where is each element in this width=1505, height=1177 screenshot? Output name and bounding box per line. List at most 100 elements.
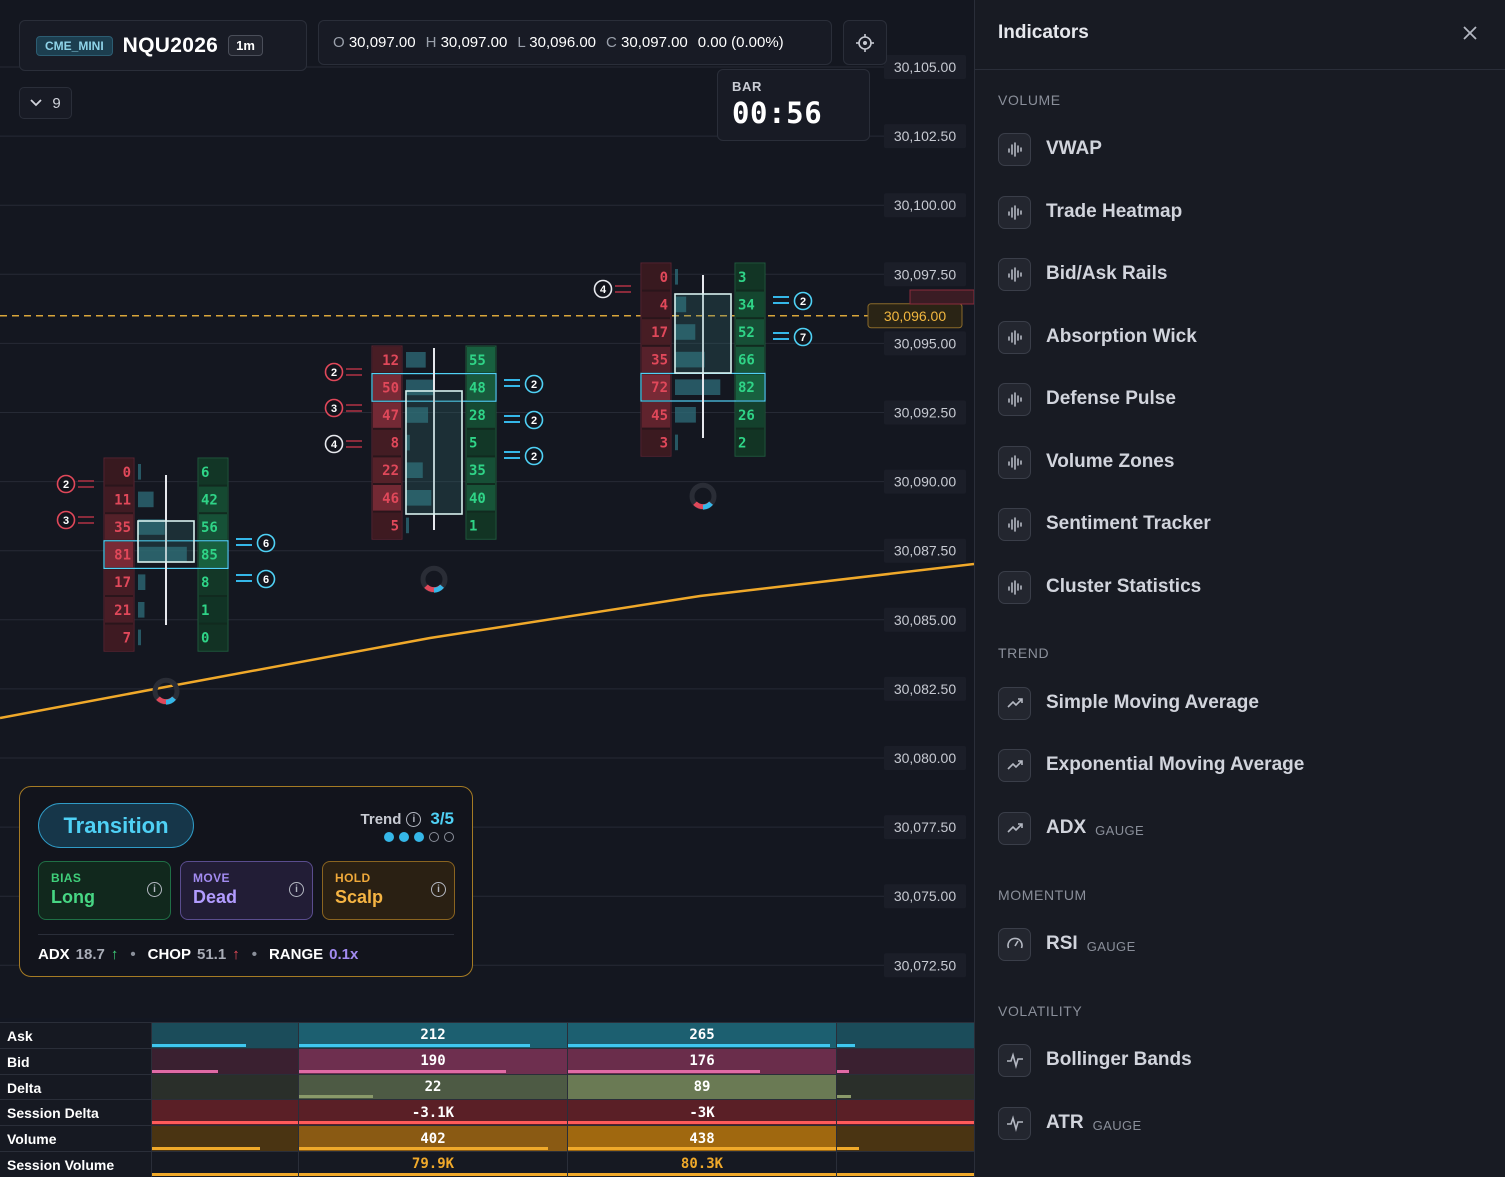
stats-row: Session Volume 79.9K 80.3K (0, 1151, 975, 1177)
indicator-tag: GAUGE (1086, 939, 1136, 954)
candle-body (405, 390, 463, 515)
bid-volume: 35 (114, 520, 131, 536)
indicator-item-sentiment-tracker[interactable]: Sentiment Tracker (998, 504, 1488, 544)
close-icon[interactable] (1461, 24, 1479, 42)
indicator-item-absorption-wick[interactable]: Absorption Wick (998, 317, 1488, 357)
stats-bar (152, 1146, 260, 1150)
stats-cell (151, 1074, 298, 1100)
stats-cell: 265 (567, 1023, 836, 1048)
indicator-item-trade-heatmap[interactable]: Trade Heatmap (998, 192, 1488, 232)
separator-dot: • (251, 946, 257, 963)
trend-dot (444, 832, 454, 842)
indicator-tag: GAUGE (1095, 823, 1145, 838)
indicator-item-cluster-statistics[interactable]: Cluster Statistics (998, 567, 1488, 607)
bias-chip[interactable]: BIAS Long i (38, 861, 171, 920)
stats-cell (151, 1152, 299, 1177)
trend-dots (384, 832, 454, 842)
stats-cell: 402 (298, 1126, 567, 1151)
info-icon[interactable]: i (406, 811, 422, 827)
price-tick-label: 30,075.00 (894, 888, 956, 904)
low-value: 30,096.00 (529, 34, 597, 51)
ohlc-readout: O 30,097.00 H 30,097.00 L 30,096.00 C 30… (318, 20, 832, 65)
hold-chip[interactable]: HOLD Scalp i (322, 861, 455, 920)
volume-profile-bar (675, 379, 721, 395)
indicator-item-volume-zones[interactable]: Volume Zones (998, 442, 1488, 482)
price-tick-label: 30,090.00 (894, 474, 956, 490)
volume-profile-bar (138, 491, 154, 508)
indicator-item-exponential-moving-average[interactable]: Exponential Moving Average (998, 745, 1488, 785)
stats-cell (151, 1100, 299, 1126)
indicator-label: ATR (1046, 1112, 1084, 1133)
trend-up-icon (998, 686, 1031, 720)
pulse-icon (998, 1043, 1031, 1077)
stats-value: 80.3K (680, 1156, 724, 1173)
ask-volume: 26 (738, 408, 755, 424)
stats-cell (151, 1048, 298, 1074)
indicator-item-bid-ask-rails[interactable]: Bid/Ask Rails (998, 254, 1488, 294)
close-label: C (606, 34, 617, 51)
app-root: 30,105.00 30,102.50 30,100.00 30,097.50 30,0… (0, 0, 1505, 1177)
footprint-chart[interactable]: 30,105.00 30,102.50 30,100.00 30,097.50 30,0… (0, 0, 974, 1018)
stats-cell: -3K (567, 1100, 837, 1126)
candle-body (674, 293, 732, 374)
bid-volume: 12 (382, 353, 399, 369)
regime-state-pill[interactable]: Transition (38, 803, 194, 848)
indicator-item-adx[interactable]: ADX GAUGE (998, 808, 1488, 848)
info-icon[interactable]: i (289, 882, 304, 897)
symbol-selector[interactable]: CME_MINI NQU2026 1m (19, 20, 307, 71)
bid-volume: 45 (651, 408, 668, 424)
adx-label: ADX (38, 946, 70, 963)
info-icon[interactable]: i (431, 882, 446, 897)
stats-value: -3.1K (411, 1104, 455, 1121)
bid-volume: 7 (123, 630, 131, 646)
hold-value: Scalp (335, 887, 384, 907)
indicator-item-bollinger-bands[interactable]: Bollinger Bands (998, 1040, 1488, 1080)
open-label: O (333, 34, 345, 51)
timeframe-badge[interactable]: 1m (228, 35, 263, 56)
hold-label: HOLD (335, 871, 371, 885)
stats-bar (299, 1146, 548, 1150)
stats-bar (837, 1172, 975, 1176)
stats-value: 176 (689, 1053, 715, 1070)
bias-value: Long (51, 887, 95, 907)
indicator-item-rsi[interactable]: RSI GAUGE (998, 924, 1488, 964)
ask-volume: 66 (738, 353, 755, 369)
stats-bar (568, 1043, 830, 1047)
wave-icon (998, 507, 1031, 541)
crosshair-button[interactable] (843, 20, 887, 65)
bias-label: BIAS (51, 871, 82, 885)
price-tick-label: 30,105.00 (894, 59, 956, 75)
stats-bar (152, 1121, 299, 1125)
info-icon[interactable]: i (147, 882, 162, 897)
current-price-label: 30,096.00 (884, 308, 946, 324)
indicator-item-vwap[interactable]: VWAP (998, 129, 1488, 169)
imbalance-count: 2 (331, 367, 337, 379)
bid-volume: 8 (391, 436, 399, 452)
ask-volume: 8 (201, 575, 209, 591)
price-tick-label: 30,085.00 (894, 612, 956, 628)
indicator-item-atr[interactable]: ATR GAUGE (998, 1103, 1488, 1143)
card-divider (38, 934, 454, 935)
wave-icon (998, 195, 1031, 229)
ask-volume: 35 (469, 463, 486, 479)
footprint-cluster-3: 0 4 17 35 72 45 3 3 34 52 66 82 26 2 4 2 7 (593, 262, 813, 510)
indicators-panel: Indicators VOLUME VWAP Trade Heatmap Bid/As… (974, 0, 1505, 1177)
stats-cell: 22 (298, 1074, 567, 1100)
ask-volume: 3 (738, 270, 746, 286)
volume-profile-bar (138, 574, 146, 590)
indicator-label: ADX (1046, 817, 1087, 838)
indicator-item-defense-pulse[interactable]: Defense Pulse (998, 379, 1488, 419)
stats-cell (836, 1100, 975, 1126)
footprint-cluster-2: 125047822465554828535401234222 (324, 345, 544, 593)
move-chip[interactable]: MOVE Dead i (180, 861, 313, 920)
indicator-collapse-button[interactable]: 9 (19, 87, 72, 119)
wave-icon (998, 382, 1031, 416)
indicator-label: RSI (1046, 933, 1078, 954)
indicator-label: Bollinger Bands (1046, 1049, 1192, 1070)
wave-icon (998, 445, 1031, 479)
indicator-item-simple-moving-average[interactable]: Simple Moving Average (998, 683, 1488, 723)
stats-value: 438 (689, 1130, 715, 1147)
symbol-name: NQU2026 (122, 33, 219, 57)
stats-cell: 79.9K (298, 1152, 568, 1177)
indicator-label: VWAP (1046, 138, 1102, 159)
